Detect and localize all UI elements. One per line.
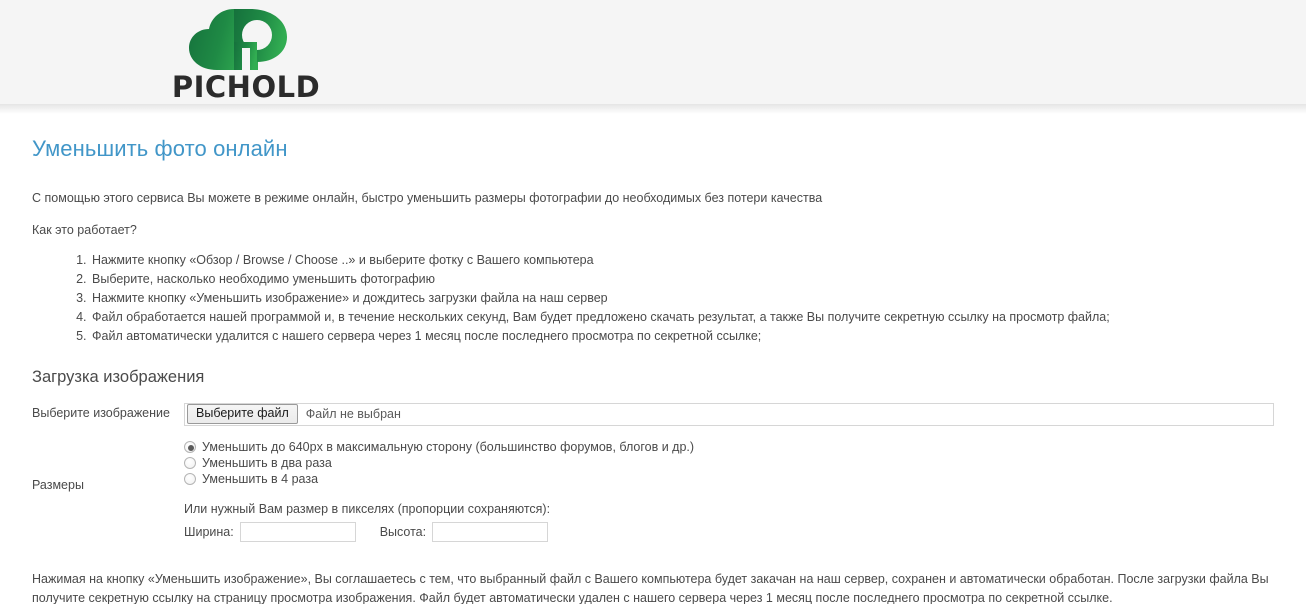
page-title: Уменьшить фото онлайн xyxy=(32,136,288,161)
resize-options-group: Уменьшить до 640px в максимальную сторон… xyxy=(184,440,1274,486)
upload-form: Выберите изображение Выберите файл Файл … xyxy=(32,402,1274,542)
file-row: Выберите изображение Выберите файл Файл … xyxy=(32,402,1274,426)
resize-option-label: Уменьшить в два раза xyxy=(202,455,332,470)
width-input[interactable] xyxy=(239,521,356,542)
list-item: Выберите, насколько необходимо уменьшить… xyxy=(90,270,1274,289)
sizes-label: Размеры xyxy=(32,477,84,492)
custom-size-row: Ширина: Высота: xyxy=(184,521,1274,542)
sizes-field: Уменьшить до 640px в максимальную сторон… xyxy=(184,440,1274,542)
resize-option-label: Уменьшить в 4 раза xyxy=(202,471,319,486)
site-logo[interactable]: PICHOLD xyxy=(148,4,344,104)
steps-list: Нажмите кнопку «Обзор / Browse / Choose … xyxy=(32,251,1274,346)
width-label: Ширина: xyxy=(184,524,234,539)
logo-wordmark: PICHOLD xyxy=(171,70,321,104)
resize-option-half[interactable]: Уменьшить в два раза xyxy=(184,456,1274,470)
intro-paragraph: С помощью этого сервиса Вы можете в режи… xyxy=(32,191,823,206)
sizes-row: Размеры Уменьшить до 640px в максимальну… xyxy=(32,440,1274,542)
list-item: Файл автоматически удалится с нашего сер… xyxy=(90,327,1274,346)
cloud-p-logo-icon xyxy=(189,9,287,70)
file-input[interactable]: Выберите файл Файл не выбран xyxy=(184,402,1274,426)
site-header: PICHOLD xyxy=(0,0,1306,114)
height-input[interactable] xyxy=(432,521,549,542)
radio-icon[interactable] xyxy=(184,440,196,453)
resize-option-label: Уменьшить до 640px в максимальную сторон… xyxy=(202,439,695,454)
radio-icon[interactable] xyxy=(184,472,196,485)
upload-section-title: Загрузка изображения xyxy=(32,367,205,386)
choose-file-button[interactable]: Выберите файл xyxy=(187,403,298,425)
custom-size-note: Или нужный Вам размер в пикселях (пропор… xyxy=(184,501,551,516)
resize-option-640px[interactable]: Уменьшить до 640px в максимальную сторон… xyxy=(184,440,1274,454)
resize-option-quarter[interactable]: Уменьшить в 4 раза xyxy=(184,472,1274,486)
height-label: Высота: xyxy=(379,524,427,539)
list-item: Нажмите кнопку «Уменьшить изображение» и… xyxy=(90,289,1274,308)
how-it-works-label: Как это работает? xyxy=(32,222,137,237)
file-field: Выберите файл Файл не выбран xyxy=(184,402,1274,426)
file-status-text: Файл не выбран xyxy=(305,407,401,422)
file-row-label: Выберите изображение xyxy=(32,405,170,420)
disclaimer-text: Нажимая на кнопку «Уменьшить изображение… xyxy=(32,571,1269,604)
list-item: Файл обработается нашей программой и, в … xyxy=(90,308,1274,327)
radio-icon[interactable] xyxy=(184,456,196,469)
page-content: Уменьшить фото онлайн С помощью этого се… xyxy=(0,136,1306,604)
list-item: Нажмите кнопку «Обзор / Browse / Choose … xyxy=(90,251,1274,270)
